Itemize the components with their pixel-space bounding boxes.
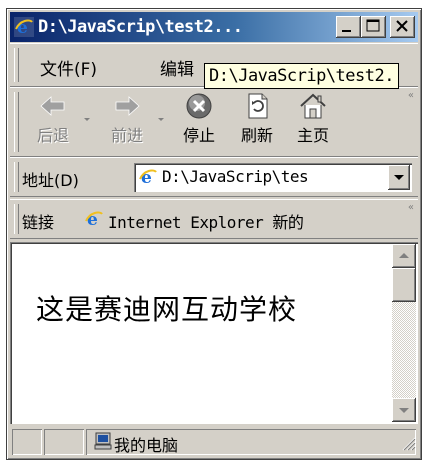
address-label: 地址(D)	[22, 171, 79, 190]
arrow-up-icon	[399, 253, 409, 258]
menu-file[interactable]: 文件(F)	[40, 55, 97, 80]
browser-window: e D:\JavaScrip\test2... 文件(F) 编辑 D:\Java…	[6, 8, 422, 460]
stop-button[interactable]: 停止	[174, 92, 224, 146]
stop-label: 停止	[182, 126, 215, 145]
back-button[interactable]: 后退	[28, 92, 78, 146]
address-bar: 地址(D) e D:\JavaScrip\tes	[10, 157, 418, 197]
title-bar[interactable]: e D:\JavaScrip\test2...	[10, 12, 418, 42]
arrow-down-icon	[399, 408, 409, 413]
home-label: 主页	[296, 126, 329, 145]
minimize-button[interactable]	[336, 16, 361, 38]
home-icon	[300, 93, 326, 119]
menu-edit[interactable]: 编辑	[160, 55, 194, 80]
page-content: 这是赛迪网互动学校	[10, 242, 418, 424]
page-icon: e	[138, 167, 158, 191]
links-label: 链接	[22, 213, 55, 232]
links-chevron-icon[interactable]: «	[408, 202, 414, 213]
toolbar-chevron-icon[interactable]: «	[408, 90, 414, 101]
close-button[interactable]	[390, 16, 415, 38]
back-dropdown-icon[interactable]	[84, 118, 90, 121]
status-bar: 我的电脑	[10, 427, 418, 457]
address-input[interactable]: e D:\JavaScrip\tes	[134, 163, 412, 192]
scroll-up-button[interactable]	[392, 244, 416, 268]
vertical-scrollbar[interactable]	[392, 244, 416, 422]
address-value: D:\JavaScrip\tes	[162, 167, 309, 186]
resize-grip-icon[interactable]	[400, 435, 416, 455]
status-panel-1	[12, 429, 42, 455]
links-bar: 链接 e Internet Explorer 新的 «	[10, 199, 418, 239]
window-title: D:\JavaScrip\test2...	[38, 17, 243, 37]
link-ie-new[interactable]: Internet Explorer 新的	[108, 209, 406, 233]
toolbar-grip[interactable]	[14, 92, 19, 152]
ie-link-icon[interactable]: e	[84, 209, 104, 233]
links-grip[interactable]	[14, 204, 19, 234]
ie-app-icon[interactable]: e	[14, 17, 34, 38]
back-arrow-icon	[40, 96, 65, 116]
status-zone-text: 我的电脑	[114, 436, 179, 455]
refresh-label: 刷新	[240, 126, 273, 145]
scroll-down-button[interactable]	[392, 398, 416, 422]
address-dropdown-button[interactable]	[388, 165, 410, 190]
home-button[interactable]: 主页	[288, 92, 338, 146]
content-text: 这是赛迪网互动学校	[36, 293, 298, 326]
computer-icon	[94, 432, 112, 454]
stop-icon	[186, 93, 212, 119]
refresh-button[interactable]: 刷新	[232, 92, 282, 146]
status-panel-2	[44, 429, 84, 455]
forward-dropdown-icon[interactable]	[158, 118, 164, 121]
title-tooltip: D:\JavaScrip\test2.	[204, 63, 399, 89]
forward-arrow-icon	[115, 96, 140, 116]
standard-toolbar: 后退 前进 停止 刷新 主页 «	[10, 87, 418, 157]
menu-grip[interactable]	[14, 48, 19, 82]
back-label: 后退	[36, 126, 69, 145]
refresh-icon	[248, 93, 268, 119]
forward-button[interactable]: 前进	[102, 92, 152, 146]
address-grip[interactable]	[14, 162, 19, 192]
chevron-down-icon	[394, 175, 404, 180]
scroll-thumb[interactable]	[392, 268, 416, 302]
maximize-button[interactable]	[361, 16, 386, 38]
forward-label: 前进	[110, 126, 143, 145]
